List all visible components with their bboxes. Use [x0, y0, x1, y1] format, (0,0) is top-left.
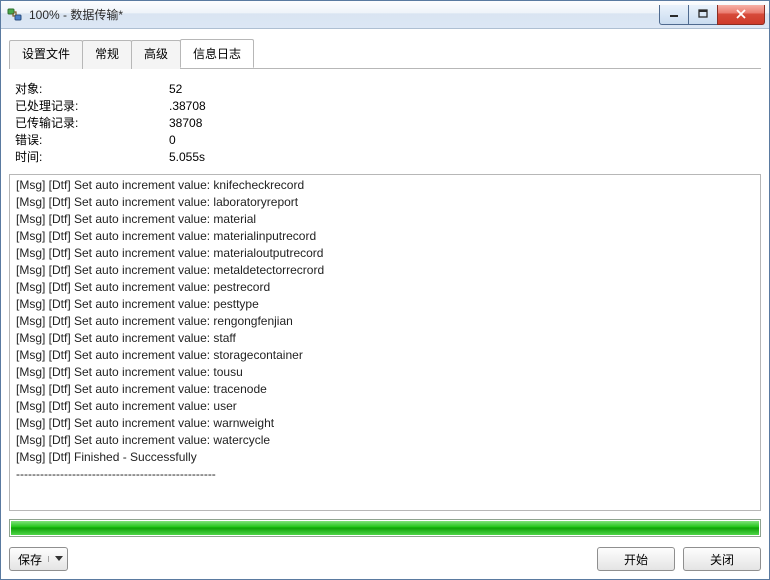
save-button[interactable]: 保存 — [9, 547, 68, 571]
log-line: [Msg] [Dtf] Set auto increment value: me… — [16, 262, 754, 279]
log-line: [Msg] [Dtf] Set auto increment value: tr… — [16, 381, 754, 398]
tab-0[interactable]: 设置文件 — [9, 40, 83, 69]
log-line: [Msg] [Dtf] Set auto increment value: wa… — [16, 415, 754, 432]
stats-row: 已处理记录:.38708 — [15, 98, 755, 115]
save-button-label: 保存 — [18, 551, 42, 568]
stats-value: 38708 — [169, 115, 202, 132]
log-line: [Msg] [Dtf] Set auto increment value: kn… — [16, 177, 754, 194]
stats-row: 时间:5.055s — [15, 149, 755, 166]
stats-row: 错误:0 — [15, 132, 755, 149]
log-line: [Msg] [Dtf] Finished - Successfully — [16, 449, 754, 466]
stats-value: 0 — [169, 132, 176, 149]
stats-label: 错误: — [15, 132, 169, 149]
stats-value: 52 — [169, 81, 182, 98]
log-line: [Msg] [Dtf] Set auto increment value: ma… — [16, 228, 754, 245]
stats-panel: 对象:52已处理记录:.38708已传输记录:38708错误:0时间:5.055… — [9, 69, 761, 174]
stats-value: 5.055s — [169, 149, 205, 166]
tab-label: 设置文件 — [22, 47, 70, 61]
footer: 保存 开始 关闭 — [9, 547, 761, 571]
progress-bar — [9, 519, 761, 537]
close-dialog-button[interactable]: 关闭 — [683, 547, 761, 571]
log-line: [Msg] [Dtf] Set auto increment value: pe… — [16, 279, 754, 296]
stats-row: 已传输记录:38708 — [15, 115, 755, 132]
stats-label: 已传输记录: — [15, 115, 169, 132]
tab-label: 常规 — [95, 47, 119, 61]
stats-row: 对象:52 — [15, 81, 755, 98]
stats-label: 已处理记录: — [15, 98, 169, 115]
minimize-button[interactable] — [659, 5, 689, 25]
log-line: [Msg] [Dtf] Set auto increment value: ma… — [16, 211, 754, 228]
log-line: [Msg] [Dtf] Set auto increment value: us… — [16, 398, 754, 415]
log-line: [Msg] [Dtf] Set auto increment value: pe… — [16, 296, 754, 313]
close-dialog-button-label: 关闭 — [710, 551, 734, 568]
app-icon — [7, 7, 23, 23]
maximize-button[interactable] — [688, 5, 718, 25]
log-line: ----------------------------------------… — [16, 466, 754, 483]
titlebar: 100% - 数据传输* — [1, 1, 769, 29]
stats-value: .38708 — [169, 98, 206, 115]
log-line: [Msg] [Dtf] Set auto increment value: st… — [16, 347, 754, 364]
tab-label: 信息日志 — [193, 47, 241, 61]
start-button[interactable]: 开始 — [597, 547, 675, 571]
window-controls — [660, 5, 765, 25]
log-line: [Msg] [Dtf] Set auto increment value: st… — [16, 330, 754, 347]
progress-fill — [11, 521, 759, 535]
stats-label: 对象: — [15, 81, 169, 98]
log-line: [Msg] [Dtf] Set auto increment value: re… — [16, 313, 754, 330]
log-line: [Msg] [Dtf] Set auto increment value: to… — [16, 364, 754, 381]
tab-2[interactable]: 高级 — [131, 40, 181, 69]
tab-bar: 设置文件 常规 高级 信息日志 — [9, 39, 761, 69]
start-button-label: 开始 — [624, 551, 648, 568]
log-line: [Msg] [Dtf] Set auto increment value: wa… — [16, 432, 754, 449]
log-line: [Msg] [Dtf] Set auto increment value: ma… — [16, 245, 754, 262]
close-button[interactable] — [717, 5, 765, 25]
log-textarea[interactable]: [Msg] [Dtf] Set auto increment value: kn… — [9, 174, 761, 511]
window-title: 100% - 数据传输* — [29, 6, 660, 23]
stats-label: 时间: — [15, 149, 169, 166]
save-dropdown-icon[interactable] — [48, 556, 63, 562]
content-area: 设置文件 常规 高级 信息日志 对象:52已处理记录:.38708已传输记录:3870… — [1, 29, 769, 579]
tab-1[interactable]: 常规 — [82, 40, 132, 69]
tab-label: 高级 — [144, 47, 168, 61]
log-line: [Msg] [Dtf] Set auto increment value: la… — [16, 194, 754, 211]
tab-3[interactable]: 信息日志 — [180, 39, 254, 68]
